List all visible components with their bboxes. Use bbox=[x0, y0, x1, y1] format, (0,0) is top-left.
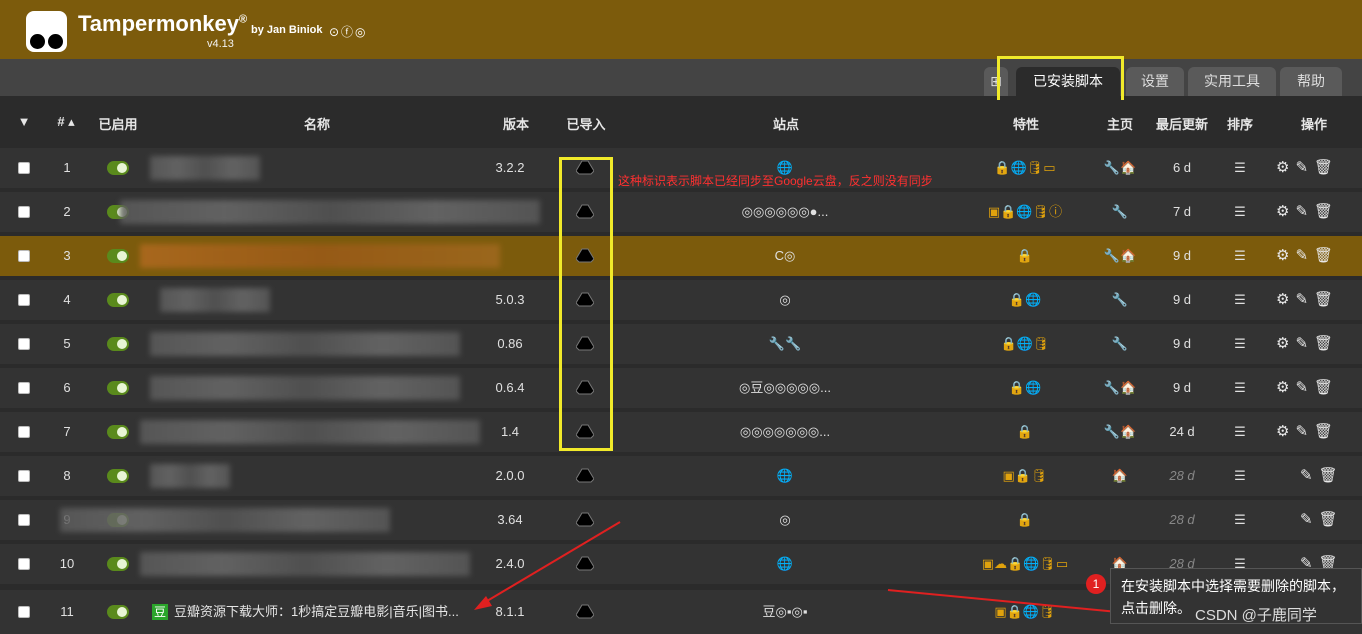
csdn-watermark: CSDN @子鹿同学 bbox=[1195, 607, 1317, 624]
step-badge: 1 bbox=[1086, 574, 1106, 594]
red-arrows bbox=[474, 521, 1181, 619]
tampermonkey-dashboard: Tampermonkey® v4.13 by Jan Biniok ⊙ⓕ◎ ⊞ … bbox=[0, 0, 1362, 634]
